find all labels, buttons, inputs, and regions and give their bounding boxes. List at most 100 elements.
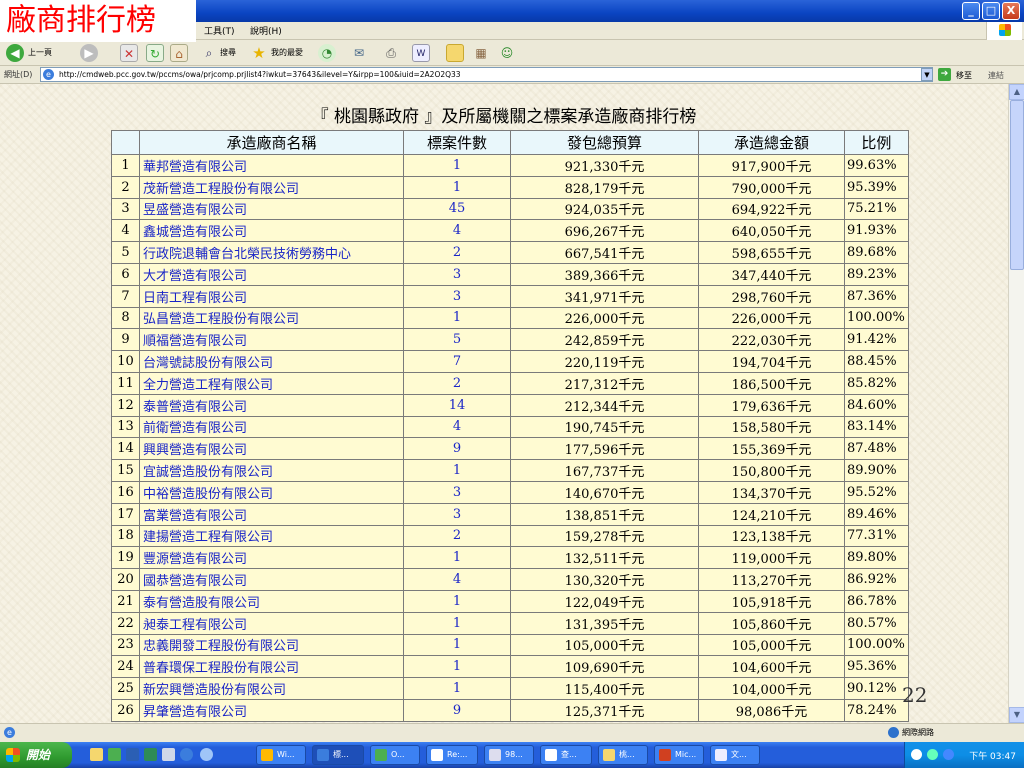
cell-vendor-name[interactable]: 大才營造有限公司 (139, 262, 404, 286)
menu-tools[interactable]: 工具(T) (204, 24, 235, 37)
print-icon[interactable]: ⎙ (382, 44, 400, 62)
cell-vendor-name[interactable]: 行政院退輔會台北榮民技術勞務中心 (139, 241, 404, 264)
menu-help[interactable]: 說明(H) (250, 24, 282, 37)
cell-case-count[interactable]: 2 (403, 241, 511, 264)
cell-case-count[interactable]: 3 (403, 284, 511, 308)
cell-vendor-name[interactable]: 富業營造有限公司 (139, 502, 404, 526)
cell-vendor-name[interactable]: 普春環保工程股份有限公司 (139, 655, 404, 679)
stop-icon[interactable]: ✕ (120, 44, 138, 62)
cell-vendor-name[interactable]: 建揚營造工程有限公司 (139, 524, 404, 548)
cell-vendor-name[interactable]: 台灣號誌股份有限公司 (139, 350, 404, 373)
cell-vendor-name[interactable]: 昱盛營造有限公司 (139, 197, 404, 221)
cell-case-count[interactable]: 2 (403, 524, 511, 548)
task-button-4[interactable]: Re:... (426, 745, 478, 765)
vertical-scrollbar[interactable]: ▲ ▼ (1008, 84, 1024, 723)
cell-case-count[interactable]: 2 (403, 371, 511, 395)
quicklaunch-desktop-icon[interactable] (162, 748, 175, 761)
cell-vendor-name[interactable]: 前衛營造有限公司 (139, 415, 404, 439)
scroll-up-icon[interactable]: ▲ (1009, 84, 1024, 100)
cell-case-count[interactable]: 1 (403, 611, 511, 635)
cell-case-count[interactable]: 1 (403, 633, 511, 657)
cell-case-count[interactable]: 1 (403, 655, 511, 679)
task-button-5[interactable]: 98... (484, 745, 534, 765)
cell-vendor-name[interactable]: 茂新營造工程股份有限公司 (139, 175, 404, 199)
cell-vendor-name[interactable]: 華邦營造有限公司 (139, 154, 404, 177)
cell-vendor-name[interactable]: 國恭營造有限公司 (139, 568, 404, 591)
cell-case-count[interactable]: 4 (403, 415, 511, 439)
edit-icon[interactable]: W (412, 44, 430, 62)
cell-case-count[interactable]: 1 (403, 546, 511, 570)
go-button-label[interactable]: 移至 (956, 70, 972, 81)
cell-vendor-name[interactable]: 昇肇營造有限公司 (139, 698, 404, 722)
cell-vendor-name[interactable]: 泰有營造股有限公司 (139, 589, 404, 613)
cell-case-count[interactable]: 3 (403, 502, 511, 526)
cell-case-count[interactable]: 9 (403, 437, 511, 461)
cell-case-count[interactable]: 5 (403, 328, 511, 352)
cell-case-count[interactable]: 1 (403, 677, 511, 700)
cell-vendor-name[interactable]: 弘昌營造工程股份有限公司 (139, 306, 404, 330)
start-button[interactable]: 開始 (0, 742, 72, 768)
tray-volume-icon[interactable] (943, 749, 954, 760)
cell-vendor-name[interactable]: 泰普營造有限公司 (139, 393, 404, 417)
search-icon[interactable]: ⌕ (200, 44, 218, 62)
maximize-button[interactable]: □ (982, 2, 1000, 20)
refresh-icon[interactable]: ↻ (146, 44, 164, 62)
url-input[interactable]: e http://cmdweb.pcc.gov.tw/pccms/owa/prj… (40, 67, 933, 82)
cell-case-count[interactable]: 1 (403, 589, 511, 613)
task-button-8[interactable]: Mic... (654, 745, 704, 765)
cell-case-count[interactable]: 1 (403, 154, 511, 177)
cell-vendor-name[interactable]: 中裕營造股份有限公司 (139, 480, 404, 504)
cell-case-count[interactable]: 3 (403, 480, 511, 504)
folder-icon[interactable] (446, 44, 464, 62)
tray-network-icon[interactable] (911, 749, 922, 760)
task-button-3[interactable]: O... (370, 745, 420, 765)
task-button-2[interactable]: 標... (312, 745, 364, 765)
search-button-label[interactable]: 搜尋 (220, 47, 236, 58)
favorites-star-icon[interactable]: ★ (250, 44, 268, 62)
scroll-thumb[interactable] (1010, 100, 1024, 270)
cell-case-count[interactable]: 14 (403, 393, 511, 417)
task-button-9[interactable]: 文... (710, 745, 760, 765)
tray-messenger-icon[interactable] (927, 749, 938, 760)
messenger-icon[interactable]: ☺ (498, 44, 516, 62)
research-icon[interactable]: ▦ (472, 44, 490, 62)
quicklaunch-browser-icon[interactable] (200, 748, 213, 761)
back-arrow-icon[interactable]: ◀ (6, 44, 24, 62)
cell-vendor-name[interactable]: 順福營造有限公司 (139, 328, 404, 352)
cell-case-count[interactable]: 4 (403, 568, 511, 591)
quicklaunch-folder-icon[interactable] (90, 748, 103, 761)
quicklaunch-app-icon[interactable] (108, 748, 121, 761)
cell-vendor-name[interactable]: 鑫城營造有限公司 (139, 219, 404, 243)
cell-case-count[interactable]: 1 (403, 459, 511, 482)
cell-vendor-name[interactable]: 豐源營造有限公司 (139, 546, 404, 570)
home-icon[interactable]: ⌂ (170, 44, 188, 62)
cell-case-count[interactable]: 1 (403, 175, 511, 199)
task-button-6[interactable]: 查... (540, 745, 592, 765)
favorites-button-label[interactable]: 我的最愛 (271, 47, 303, 58)
back-button-label[interactable]: 上一頁 (28, 47, 52, 58)
minimize-button[interactable]: _ (962, 2, 980, 20)
cell-case-count[interactable]: 1 (403, 306, 511, 330)
task-button-1[interactable]: Wi... (256, 745, 306, 765)
cell-case-count[interactable]: 9 (403, 698, 511, 722)
go-arrow-icon[interactable]: ➔ (938, 68, 951, 81)
cell-vendor-name[interactable]: 忠義開發工程股份有限公司 (139, 633, 404, 657)
scroll-down-icon[interactable]: ▼ (1009, 707, 1024, 723)
cell-vendor-name[interactable]: 興興營造有限公司 (139, 437, 404, 461)
links-label[interactable]: 連結 (988, 70, 1004, 81)
history-icon[interactable]: ◔ (318, 44, 336, 62)
cell-vendor-name[interactable]: 新宏興營造股份有限公司 (139, 677, 404, 700)
address-dropdown-icon[interactable]: ▼ (921, 68, 933, 81)
cell-case-count[interactable]: 4 (403, 219, 511, 243)
mail-icon[interactable]: ✉ (350, 44, 368, 62)
quicklaunch-excel-icon[interactable] (144, 748, 157, 761)
cell-vendor-name[interactable]: 昶泰工程有限公司 (139, 611, 404, 635)
cell-case-count[interactable]: 3 (403, 262, 511, 286)
forward-arrow-icon[interactable]: ▶ (80, 44, 98, 62)
task-button-7[interactable]: 桃... (598, 745, 648, 765)
cell-case-count[interactable]: 45 (403, 197, 511, 221)
cell-vendor-name[interactable]: 全力營造工程有限公司 (139, 371, 404, 395)
close-button[interactable]: X (1002, 2, 1020, 20)
quicklaunch-word-icon[interactable] (126, 748, 139, 761)
cell-vendor-name[interactable]: 日南工程有限公司 (139, 284, 404, 308)
